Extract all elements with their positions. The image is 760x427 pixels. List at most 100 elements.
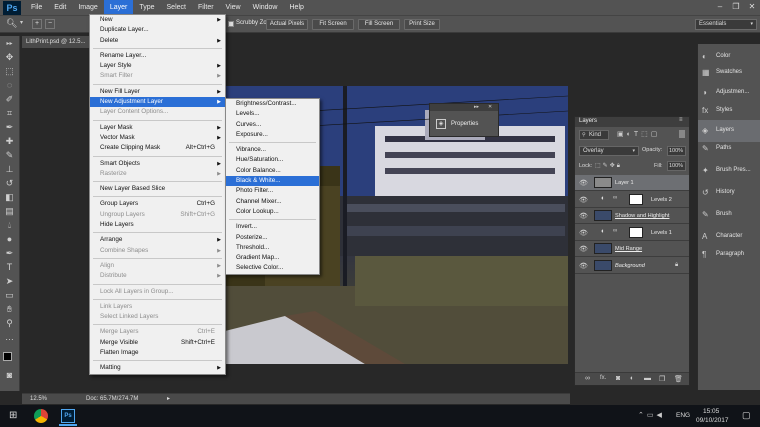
panel-menu-icon[interactable]: ≡: [679, 117, 683, 123]
path-selection-tool-icon[interactable]: ➤: [3, 276, 16, 287]
scrubby-zoom-checkbox[interactable]: [228, 21, 234, 27]
zoom-out-icon[interactable]: −: [45, 19, 55, 29]
menu-window[interactable]: Window: [247, 0, 284, 15]
dodge-tool-icon[interactable]: ●: [3, 234, 16, 245]
menu-select[interactable]: Select: [161, 0, 192, 15]
close-icon[interactable]: ✕: [744, 0, 760, 15]
dock-item-styles[interactable]: fx Styles: [698, 100, 760, 122]
foreground-color-swatch[interactable]: [3, 352, 12, 361]
menu-item-posterize[interactable]: Posterize...: [226, 233, 319, 243]
menu-item-smart-objects[interactable]: Smart Objects ▶: [90, 159, 225, 169]
fill-input[interactable]: 100%: [667, 161, 686, 171]
new-layer-icon[interactable]: ❐: [659, 375, 665, 383]
language-indicator[interactable]: ENG: [676, 412, 690, 419]
dock-item-paragraph[interactable]: ¶ Paragraph: [698, 244, 760, 266]
menu-item-color-balance[interactable]: Color Balance...: [226, 166, 319, 176]
eraser-tool-icon[interactable]: ◧: [3, 192, 16, 203]
menu-item-group-layers[interactable]: Group Layers Ctrl+G: [90, 199, 225, 209]
restore-icon[interactable]: ❐: [728, 0, 744, 15]
quick-mask-icon[interactable]: ◙: [3, 370, 16, 381]
layer-row-mid-range[interactable]: 👁︎ Mid Range: [575, 241, 689, 257]
zoom-level[interactable]: 12.5%: [30, 394, 47, 404]
doc-info[interactable]: Doc: 65.7M/274.7M: [86, 394, 138, 404]
menu-file[interactable]: File: [25, 0, 48, 15]
hand-tool-icon[interactable]: ✋︎: [3, 304, 16, 315]
menu-item-brightness-contrast[interactable]: Brightness/Contrast...: [226, 99, 319, 109]
menu-item-vector-mask[interactable]: Vector Mask ▶: [90, 133, 225, 143]
visibility-eye-icon[interactable]: 👁︎: [579, 245, 588, 253]
layer-name[interactable]: Levels 1: [651, 225, 672, 241]
healing-brush-tool-icon[interactable]: ✚: [3, 136, 16, 147]
layer-name[interactable]: Levels 2: [651, 192, 672, 208]
fill-screen-button[interactable]: Fill Screen: [358, 19, 400, 30]
crop-tool-icon[interactable]: ⌗: [3, 108, 16, 119]
menu-help[interactable]: Help: [284, 0, 310, 15]
layer-thumbnail[interactable]: [594, 259, 612, 271]
system-tray-icons[interactable]: ⌃▭◀︎: [638, 411, 665, 419]
layer-name[interactable]: Mid Range: [615, 241, 642, 257]
photoshop-taskbar-icon[interactable]: Ps: [61, 409, 75, 423]
menu-item-new-layer-based-slice[interactable]: New Layer Based Slice: [90, 184, 225, 194]
tool-preset-arrow-icon[interactable]: ▾: [20, 19, 23, 26]
dock-item-swatches[interactable]: ▦ Swatches: [698, 62, 760, 84]
menu-item-layer-mask[interactable]: Layer Mask ▶: [90, 123, 225, 133]
menu-item-create-clipping-mask[interactable]: Create Clipping Mask Alt+Ctrl+G: [90, 143, 225, 153]
filter-type-icons[interactable]: ▣◐T⬚▢: [617, 130, 660, 138]
layer-row-background[interactable]: 👁︎ Background 🔒︎: [575, 258, 689, 274]
rectangle-tool-icon[interactable]: ▭: [3, 290, 16, 301]
type-tool-icon[interactable]: T: [3, 262, 16, 273]
menu-item-hue-saturation[interactable]: Hue/Saturation...: [226, 155, 319, 165]
zoom-in-icon[interactable]: +: [32, 19, 42, 29]
clock-date[interactable]: 09/10/2017: [696, 417, 729, 424]
adjustment-icon[interactable]: ◐: [630, 375, 634, 382]
layer-row-levels-2[interactable]: 👁︎ ◐ ∞ Levels 2: [575, 192, 689, 208]
visibility-eye-icon[interactable]: 👁︎: [579, 212, 588, 220]
layer-thumbnail[interactable]: [594, 243, 612, 254]
dock-item-brush[interactable]: ✎ Brush: [698, 204, 760, 226]
chrome-icon[interactable]: [34, 409, 48, 423]
dock-item-paths[interactable]: ✎ Paths: [698, 138, 760, 160]
blur-tool-icon[interactable]: 💧︎: [3, 220, 16, 231]
menu-view[interactable]: View: [220, 0, 247, 15]
menu-item-duplicate-layer[interactable]: Duplicate Layer...: [90, 25, 225, 35]
fx-icon[interactable]: fx.: [600, 375, 606, 381]
quick-selection-tool-icon[interactable]: ✐: [3, 94, 16, 105]
workspace-select[interactable]: Essentials ▾: [695, 19, 757, 30]
layers-header[interactable]: Layers ≡: [575, 117, 689, 127]
menu-item-levels[interactable]: Levels...: [226, 109, 319, 119]
panel-collapse-icon[interactable]: ▸▸: [474, 104, 479, 110]
visibility-eye-icon[interactable]: 👁︎: [579, 196, 588, 204]
minimize-icon[interactable]: –: [712, 0, 728, 15]
layer-row-levels-1[interactable]: 👁︎ ◐ ∞ Levels 1: [575, 225, 689, 241]
visibility-eye-icon[interactable]: 👁︎: [579, 229, 588, 237]
marquee-tool-icon[interactable]: ⬚: [3, 66, 16, 77]
menu-item-merge-visible[interactable]: Merge Visible Shift+Ctrl+E: [90, 338, 225, 348]
mask-link-icon[interactable]: ∞: [613, 195, 617, 201]
layer-row-shadow-and-highlight[interactable]: 👁︎ Shadow and Highlight: [575, 208, 689, 224]
menu-item-invert[interactable]: Invert...: [226, 222, 319, 232]
menu-edit[interactable]: Edit: [48, 0, 72, 15]
menu-filter[interactable]: Filter: [192, 0, 220, 15]
history-brush-tool-icon[interactable]: ↺: [3, 178, 16, 189]
lasso-tool-icon[interactable]: ◌: [3, 80, 16, 91]
layer-thumbnail[interactable]: [594, 177, 612, 188]
menu-item-new[interactable]: New ▶: [90, 15, 225, 25]
link-icon[interactable]: ∞: [585, 375, 590, 382]
dock-item-brush-pres[interactable]: ✦ Brush Pres...: [698, 160, 760, 182]
menu-item-matting[interactable]: Matting ▶: [90, 363, 225, 373]
actual-pixels-button[interactable]: Actual Pixels: [266, 19, 308, 30]
visibility-eye-icon[interactable]: 👁︎: [579, 262, 588, 270]
menu-item-vibrance[interactable]: Vibrance...: [226, 145, 319, 155]
menu-item-color-lookup[interactable]: Color Lookup...: [226, 207, 319, 217]
menu-item-photo-filter[interactable]: Photo Filter...: [226, 186, 319, 196]
menu-item-curves[interactable]: Curves...: [226, 120, 319, 130]
mask-link-icon[interactable]: ∞: [613, 228, 617, 234]
folder-icon[interactable]: ▬: [644, 375, 651, 382]
status-menu-arrow-icon[interactable]: ▸: [167, 394, 170, 404]
menu-item-black-white[interactable]: Black & White...: [226, 176, 319, 187]
menu-item-new-fill-layer[interactable]: New Fill Layer ▶: [90, 87, 225, 97]
layer-mask-thumbnail[interactable]: [629, 226, 643, 238]
clone-stamp-tool-icon[interactable]: ⊥: [3, 164, 16, 175]
menu-item-arrange[interactable]: Arrange ▶: [90, 235, 225, 245]
panel-close-icon[interactable]: ✕: [488, 104, 492, 110]
